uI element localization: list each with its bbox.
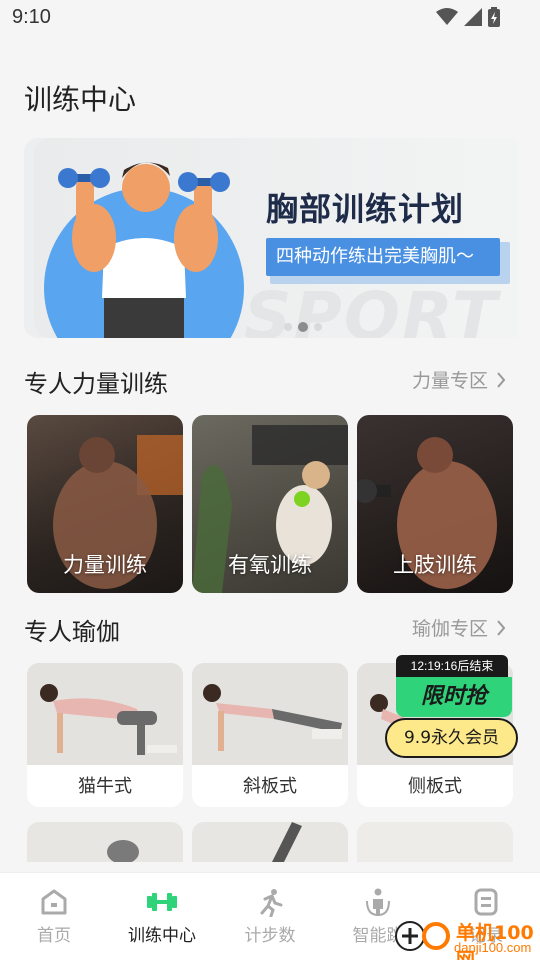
status-bar: 9:10 bbox=[0, 0, 540, 36]
yoga-card-partial[interactable] bbox=[357, 822, 513, 862]
battery-icon bbox=[488, 7, 500, 27]
yoga-card-label: 侧板式 bbox=[408, 776, 462, 797]
strength-zone-link-label: 力量专区 bbox=[411, 370, 488, 392]
chevron-right-icon bbox=[497, 619, 506, 636]
banner-subtitle: 四种动作练出完美胸肌～ bbox=[266, 238, 500, 276]
banner-slide[interactable]: SPORT 胸部训练计划 四种动作练出完美胸肌～ bbox=[34, 138, 518, 338]
strength-card-label: 力量训练 bbox=[63, 553, 147, 577]
yoga-photo bbox=[27, 663, 183, 765]
carousel-dot bbox=[314, 323, 322, 331]
nav-item-training[interactable]: 训练中心 bbox=[108, 873, 216, 960]
yoga-card[interactable]: 斜板式 bbox=[192, 663, 348, 807]
yoga-card-partial[interactable] bbox=[192, 822, 348, 862]
site-watermark: 单机100网 danji100.com bbox=[392, 916, 540, 960]
yoga-section-title: 专人瑜伽 bbox=[24, 618, 120, 646]
chevron-right-icon bbox=[497, 371, 506, 388]
carousel-dot bbox=[284, 323, 292, 331]
carousel-indicator bbox=[284, 322, 322, 332]
signal-icon bbox=[464, 8, 482, 26]
nav-label: 计步数 bbox=[244, 926, 296, 946]
wifi-icon bbox=[436, 8, 458, 25]
yoga-card-list-next bbox=[27, 822, 513, 862]
yoga-zone-link[interactable]: 瑜伽专区 bbox=[412, 614, 506, 641]
banner-watermark-text: SPORT bbox=[244, 278, 499, 338]
nav-item-home[interactable]: 首页 bbox=[0, 873, 108, 960]
cat-cow-pose-image bbox=[27, 663, 183, 765]
strength-card-list: 力量训练 有氧训练 上肢训练 bbox=[27, 415, 513, 593]
strength-card[interactable]: 力量训练 bbox=[27, 415, 183, 593]
promo-title: 限时抢 bbox=[396, 677, 512, 717]
yoga-card-partial[interactable] bbox=[27, 822, 183, 862]
strength-card[interactable]: 上肢训练 bbox=[357, 415, 513, 593]
dumbbell-icon bbox=[147, 893, 177, 911]
yoga-zone-link-label: 瑜伽专区 bbox=[411, 618, 488, 640]
nav-label: 训练中心 bbox=[128, 926, 196, 946]
yoga-card-label: 猫牛式 bbox=[78, 776, 132, 797]
yoga-photo-partial bbox=[272, 822, 302, 862]
banner-athlete-illustration bbox=[44, 162, 244, 338]
yoga-card-label: 斜板式 bbox=[243, 776, 297, 797]
jump-rope-icon bbox=[366, 888, 390, 917]
record-icon bbox=[474, 888, 498, 916]
home-icon bbox=[41, 889, 67, 915]
banner-carousel[interactable]: SPORT 胸部训练计划 四种动作练出完美胸肌～ bbox=[24, 138, 518, 338]
yoga-card[interactable]: 猫牛式 bbox=[27, 663, 183, 807]
promo-offer-button[interactable]: 9.9永久会员 bbox=[385, 718, 518, 758]
strength-zone-link[interactable]: 力量专区 bbox=[412, 366, 506, 393]
yoga-photo-partial bbox=[107, 840, 139, 862]
promo-badge[interactable]: 12:19:16后结束 限时抢 bbox=[396, 655, 512, 719]
plank-pose-image bbox=[192, 663, 348, 765]
carousel-dot-active bbox=[298, 322, 308, 332]
watermark-url: danji100.com bbox=[454, 940, 532, 955]
running-icon bbox=[260, 889, 283, 917]
banner-headline: 胸部训练计划 bbox=[266, 190, 465, 228]
nav-item-steps[interactable]: 计步数 bbox=[216, 873, 324, 960]
status-time: 9:10 bbox=[12, 6, 51, 28]
strength-card-label: 有氧训练 bbox=[228, 553, 312, 577]
site-logo-icon bbox=[395, 921, 450, 951]
status-icons bbox=[436, 7, 500, 27]
promo-countdown: 12:19:16后结束 bbox=[396, 655, 508, 677]
page-title: 训练中心 bbox=[24, 83, 137, 116]
strength-card[interactable]: 有氧训练 bbox=[192, 415, 348, 593]
strength-section-title: 专人力量训练 bbox=[24, 370, 168, 398]
strength-card-label: 上肢训练 bbox=[393, 553, 477, 577]
yoga-photo bbox=[192, 663, 348, 765]
nav-label: 首页 bbox=[37, 926, 71, 946]
